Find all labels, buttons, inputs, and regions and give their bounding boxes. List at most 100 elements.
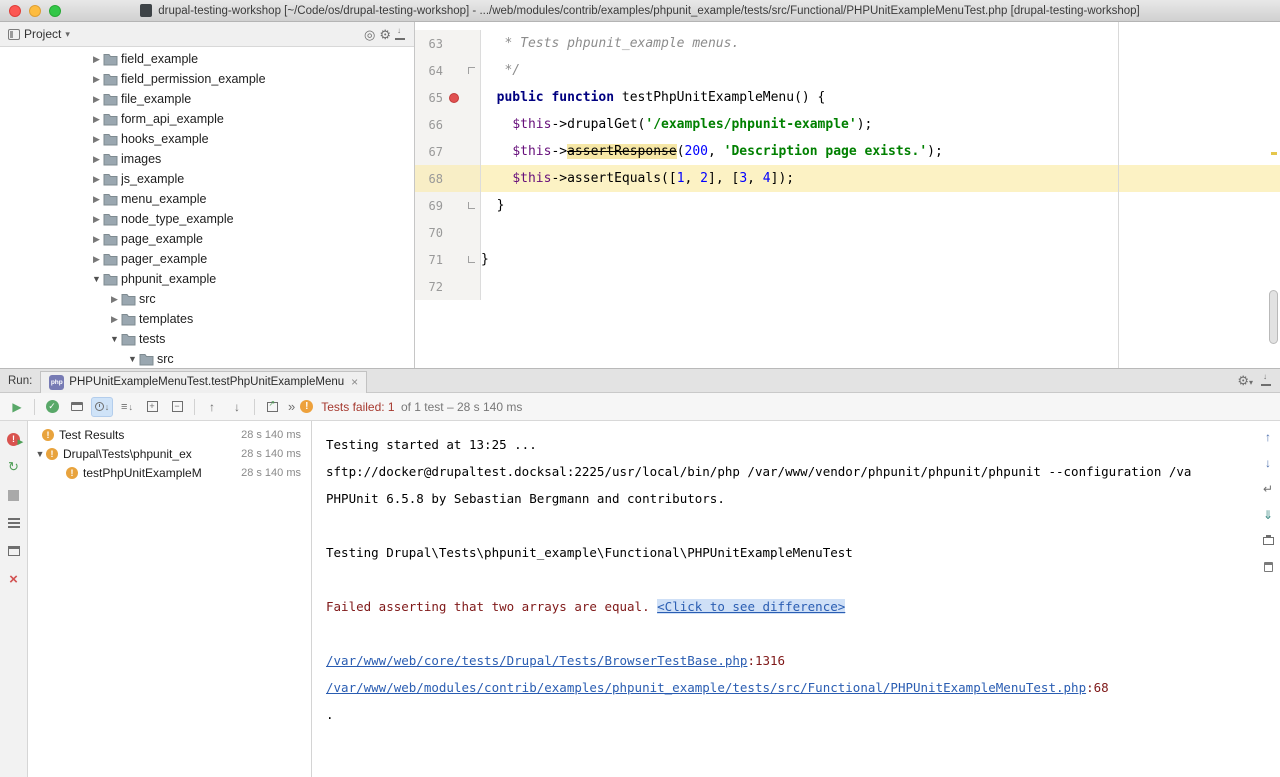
code-line[interactable]: 64 */ <box>415 57 1280 84</box>
fold-marker-icon[interactable] <box>468 202 475 209</box>
locate-file-icon[interactable]: ◎ <box>364 28 375 41</box>
scroll-to-end-button[interactable]: ⇓ <box>1260 507 1276 523</box>
code-line[interactable]: 69 } <box>415 192 1280 219</box>
test-results-root-row[interactable]: ! Test Results 28 s 140 ms <box>28 425 311 444</box>
collapse-arrow-icon[interactable]: ▼ <box>108 334 121 344</box>
expand-all-button[interactable]: + <box>141 397 163 417</box>
show-output-button[interactable] <box>6 515 22 531</box>
code-line[interactable]: 67 $this->assertResponse(200, 'Descripti… <box>415 138 1280 165</box>
collapse-arrow-icon[interactable]: ▼ <box>126 354 139 364</box>
stack-trace-file-link[interactable]: /var/www/web/modules/contrib/examples/ph… <box>326 680 1086 695</box>
test-method-row[interactable]: ! testPhpUnitExampleM 28 s 140 ms <box>28 463 311 482</box>
expand-arrow-icon[interactable]: ▶ <box>108 294 121 305</box>
tests-failed-status: Tests failed: 1 <box>321 400 394 414</box>
folder-icon <box>139 353 157 366</box>
tree-item-node-type-example[interactable]: ▶node_type_example <box>0 209 414 229</box>
tree-item-form-api-example[interactable]: ▶form_api_example <box>0 109 414 129</box>
minus-box-icon: − <box>172 401 183 412</box>
tree-item-hooks-example[interactable]: ▶hooks_example <box>0 129 414 149</box>
project-panel-title[interactable]: Project <box>24 27 61 41</box>
next-failed-test-button[interactable]: ↓ <box>226 397 248 417</box>
close-tab-icon[interactable]: × <box>351 375 358 389</box>
stop-icon <box>8 490 19 501</box>
tree-item-field-example[interactable]: ▶field_example <box>0 49 414 69</box>
rerun-button[interactable]: ▶ <box>6 397 28 417</box>
code-line[interactable]: 66 $this->drupalGet('/examples/phpunit-e… <box>415 111 1280 138</box>
collapse-arrow-icon[interactable]: ▼ <box>34 449 46 459</box>
tree-item-phpunit-example[interactable]: ▼phpunit_example <box>0 269 414 289</box>
soft-wrap-button[interactable]: ↵ <box>1260 481 1276 497</box>
expand-arrow-icon[interactable]: ▶ <box>90 174 103 185</box>
code-line[interactable]: 72 <box>415 273 1280 300</box>
expand-arrow-icon[interactable]: ▶ <box>90 94 103 105</box>
tree-item-tests-src[interactable]: ▼src <box>0 349 414 368</box>
fold-marker-icon[interactable] <box>468 256 475 263</box>
code-editor[interactable]: 63 * Tests phpunit_example menus. 64 */ … <box>415 22 1280 368</box>
gear-icon[interactable]: ⚙ <box>379 28 391 41</box>
tree-item-js-example[interactable]: ▶js_example <box>0 169 414 189</box>
expand-arrow-icon[interactable]: ▶ <box>90 54 103 65</box>
tree-item-images[interactable]: ▶images <box>0 149 414 169</box>
hide-panel-icon[interactable] <box>395 29 406 40</box>
print-button[interactable] <box>1260 533 1276 549</box>
tree-item-pager-example[interactable]: ▶pager_example <box>0 249 414 269</box>
expand-arrow-icon[interactable]: ▶ <box>90 134 103 145</box>
test-node-label: testPhpUnitExampleM <box>83 466 202 480</box>
expand-arrow-icon[interactable]: ▶ <box>108 314 121 325</box>
code-line[interactable]: 70 <box>415 219 1280 246</box>
close-panel-button[interactable]: × <box>6 571 22 587</box>
code-line[interactable]: 71 } <box>415 246 1280 273</box>
hide-panel-icon[interactable] <box>1261 375 1272 386</box>
close-window-button[interactable] <box>9 5 21 17</box>
warning-stripe-mark[interactable] <box>1271 152 1277 155</box>
tree-item-tests[interactable]: ▼tests <box>0 329 414 349</box>
expand-arrow-icon[interactable]: ▶ <box>90 254 103 265</box>
tree-item-src[interactable]: ▶src <box>0 289 414 309</box>
minimize-window-button[interactable] <box>29 5 41 17</box>
tree-item-page-example[interactable]: ▶page_example <box>0 229 414 249</box>
rerun-failed-tests-button[interactable]: ! <box>6 431 22 447</box>
toggle-auto-test-button[interactable]: ↻ <box>6 459 22 475</box>
folder-icon <box>121 313 139 326</box>
code-line[interactable]: 65 public function testPhpUnitExampleMen… <box>415 84 1280 111</box>
expand-arrow-icon[interactable]: ▶ <box>90 234 103 245</box>
code-line[interactable]: 63 * Tests phpunit_example menus. <box>415 30 1280 57</box>
restore-layout-button[interactable] <box>6 543 22 559</box>
import-test-results-button[interactable] <box>261 397 283 417</box>
zoom-window-button[interactable] <box>49 5 61 17</box>
expand-arrow-icon[interactable]: ▶ <box>90 114 103 125</box>
code-token: ->assertEquals([ <box>551 171 676 186</box>
tree-item-field-permission-example[interactable]: ▶field_permission_example <box>0 69 414 89</box>
toolbar-overflow-icon[interactable]: » <box>286 399 297 414</box>
tree-item-menu-example[interactable]: ▶menu_example <box>0 189 414 209</box>
stop-button[interactable] <box>6 487 22 503</box>
test-class-row[interactable]: ▼ ! Drupal\Tests\phpunit_ex 28 s 140 ms <box>28 444 311 463</box>
collapse-all-button[interactable]: − <box>166 397 188 417</box>
down-stack-trace-button[interactable]: ↓ <box>1260 455 1276 471</box>
show-ignored-button[interactable] <box>66 397 88 417</box>
see-difference-link[interactable]: <Click to see difference> <box>657 599 845 614</box>
stack-trace-file-link[interactable]: /var/www/web/core/tests/Drupal/Tests/Bro… <box>326 653 747 668</box>
show-passed-button[interactable]: ✓ <box>41 397 63 417</box>
code-line-highlighted[interactable]: 68 $this->assertEquals([1, 2], [3, 4]); <box>415 165 1280 192</box>
chevron-down-icon[interactable]: ▾ <box>65 29 70 40</box>
run-tab[interactable]: php PHPUnitExampleMenuTest.testPhpUnitEx… <box>40 371 367 393</box>
clear-all-button[interactable] <box>1260 559 1276 575</box>
test-console[interactable]: Testing started at 13:25 ... sftp://dock… <box>312 421 1280 777</box>
fold-marker-icon[interactable] <box>468 67 475 74</box>
gear-icon[interactable]: ⚙▾ <box>1237 373 1253 389</box>
editor-scrollbar-thumb[interactable] <box>1269 290 1278 344</box>
expand-arrow-icon[interactable]: ▶ <box>90 154 103 165</box>
tree-item-file-example[interactable]: ▶file_example <box>0 89 414 109</box>
up-stack-trace-button[interactable]: ↑ <box>1260 429 1276 445</box>
failed-test-gutter-icon[interactable] <box>449 93 459 103</box>
sort-alphabetically-button[interactable]: ≡↓ <box>116 397 138 417</box>
expand-arrow-icon[interactable]: ▶ <box>90 194 103 205</box>
previous-failed-test-button[interactable]: ↑ <box>201 397 223 417</box>
expand-arrow-icon[interactable]: ▶ <box>90 214 103 225</box>
tree-item-templates[interactable]: ▶templates <box>0 309 414 329</box>
expand-arrow-icon[interactable]: ▶ <box>90 74 103 85</box>
code-token: ]); <box>771 171 794 186</box>
sort-by-duration-button[interactable]: ↓ <box>91 397 113 417</box>
collapse-arrow-icon[interactable]: ▼ <box>90 274 103 284</box>
